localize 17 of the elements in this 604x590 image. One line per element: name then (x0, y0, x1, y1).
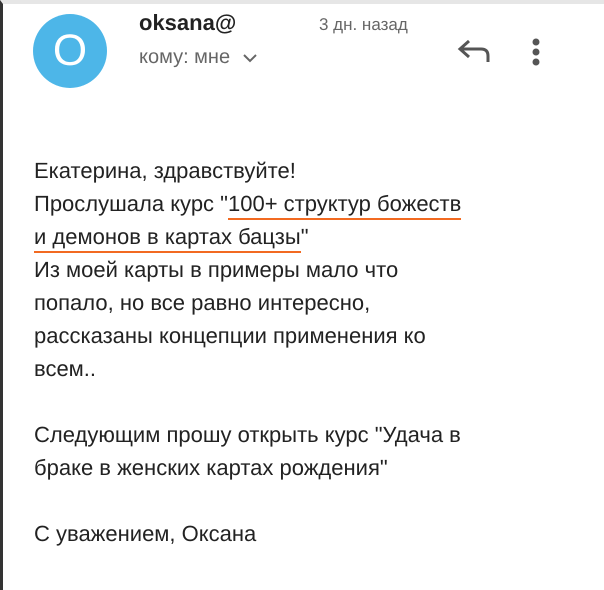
avatar-letter: O (52, 29, 88, 73)
message-text-line: браке в женских картах рождения" (34, 454, 388, 482)
message-text-line: С уважением, Оксана (34, 520, 256, 548)
message-text-line: попало, но все равно интересно, (34, 289, 370, 317)
message-text-line: Из моей карты в примеры мало что (34, 256, 398, 284)
chevron-down-icon[interactable] (242, 52, 258, 62)
message-text-line: рассказаны концепции применения ко (34, 322, 426, 350)
message-text-line: всем.. (34, 355, 96, 383)
reply-icon[interactable] (457, 38, 491, 64)
message-text-line: Следующим прошу открыть курс "Удача в (34, 421, 461, 449)
sender-name: oksana@ (139, 10, 238, 36)
message-text-line: Екатерина, здравствуйте! (34, 157, 296, 185)
message-text-line: и демонов в картах бацзы" (34, 220, 308, 253)
recipient-label: кому: мне (139, 46, 230, 69)
timestamp: 3 дн. назад (319, 15, 408, 35)
more-options-icon[interactable] (531, 38, 541, 66)
message-text-line: Прослушала курс "100+ структур божеств (34, 187, 462, 220)
